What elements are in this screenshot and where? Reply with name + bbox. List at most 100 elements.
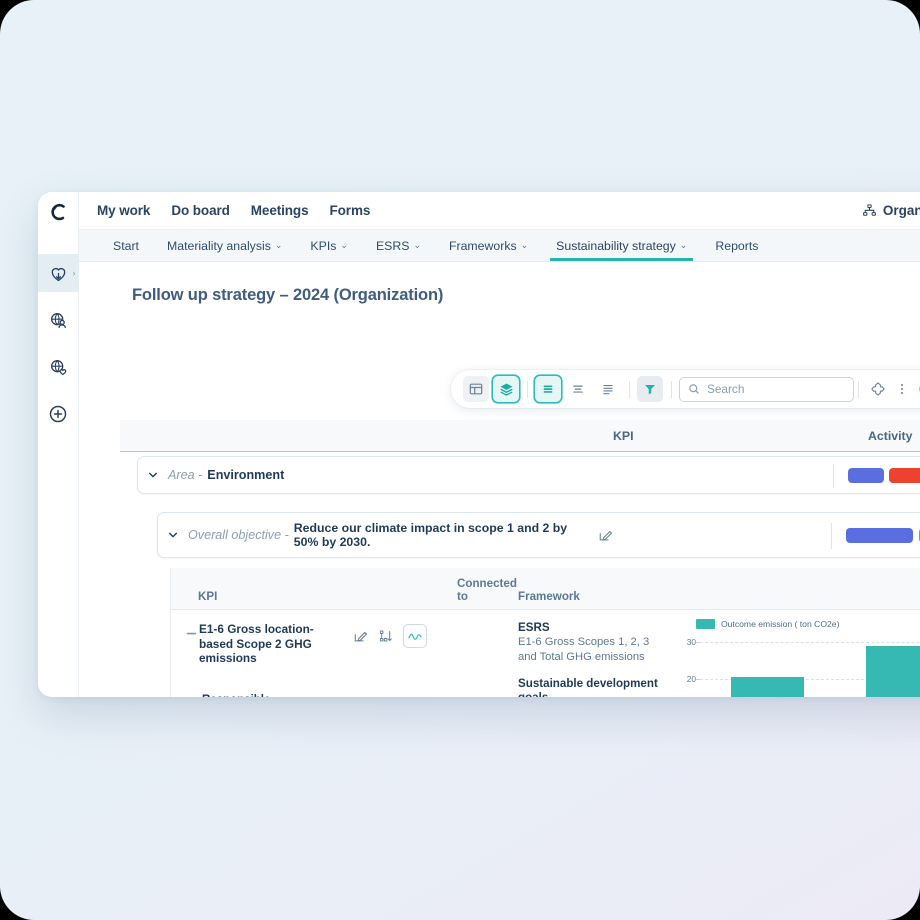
top-nav-right: Organization ⌄ 20: [862, 201, 920, 221]
nav-forms[interactable]: Forms: [330, 203, 371, 218]
table-view-button[interactable]: [463, 376, 489, 402]
framework-title: Sustainable development goals: [518, 677, 658, 697]
org-hierarchy-icon: [862, 204, 876, 216]
collapse-dash-icon[interactable]: [185, 627, 199, 640]
sidebar-item-add[interactable]: [38, 395, 79, 433]
heart-arrow-icon: [51, 267, 65, 281]
tab-materiality-analysis[interactable]: Materiality analysis ⌄: [153, 230, 296, 261]
view-toolbar: Search: [451, 370, 920, 408]
chart-bars: [700, 635, 920, 697]
tab-label: Materiality analysis: [166, 238, 271, 253]
tab-reports[interactable]: Reports: [701, 230, 772, 261]
globe-person-icon: [50, 312, 66, 328]
density-compact-button[interactable]: [535, 376, 561, 402]
plus-circle-icon: [49, 405, 67, 423]
toolbar-divider-4: [858, 380, 859, 398]
kpi-title: E1-6 Gross location-based Scope 2 GHG em…: [199, 622, 314, 665]
chart-bar[interactable]: [731, 676, 804, 697]
organization-selector[interactable]: Organization ⌄: [862, 203, 920, 218]
sidebar-item-environment[interactable]: [38, 348, 79, 386]
sidebar-item-strategy[interactable]: ›: [38, 254, 79, 292]
rows-medium-icon: [573, 385, 583, 393]
objective-row[interactable]: Overall objective - Reduce our climate i…: [157, 512, 920, 558]
page-body: Follow up strategy – 2024 (Organization): [79, 262, 920, 697]
chevron-right-icon: ›: [72, 268, 76, 278]
table-icon: [469, 383, 483, 395]
top-nav-links: My work Do board Meetings Forms: [97, 203, 370, 218]
column-header-activity: Activity: [868, 428, 913, 443]
toolbar-divider: [527, 380, 528, 398]
minus-icon: [186, 632, 197, 635]
tab-kpis[interactable]: KPIs ⌄: [296, 230, 362, 261]
search-icon: [689, 384, 699, 394]
column-header-bar: KPI Activity: [120, 420, 920, 452]
activity-pill-red[interactable]: [889, 467, 920, 483]
chart-bar[interactable]: [866, 646, 920, 697]
chart-bar-column: [700, 635, 835, 697]
edit-kpi-button[interactable]: [353, 629, 368, 644]
nav-meetings[interactable]: Meetings: [251, 203, 309, 218]
help-button[interactable]: [914, 377, 920, 401]
column-header-kpi: KPI: [613, 428, 634, 443]
area-row[interactable]: Area - Environment ↘: [137, 456, 920, 494]
sort-data-button[interactable]: [378, 629, 393, 644]
framework-cell: ESRS E1-6 Gross Scopes 1, 2, 3 and Total…: [518, 621, 668, 697]
tab-frameworks[interactable]: Frameworks ⌄: [435, 230, 542, 261]
chevron-down-icon: [149, 472, 157, 478]
screenshot-root: › My work Do board Meetings Forms Organ …: [0, 0, 920, 920]
edit-icon: [354, 631, 368, 641]
density-large-button[interactable]: [595, 376, 621, 402]
kpi-action-icons: [353, 624, 427, 648]
app-logo[interactable]: [38, 192, 78, 234]
three-dots-vertical-icon: [900, 383, 904, 395]
sidebar-item-social[interactable]: [38, 301, 79, 339]
chevron-down-icon: ⌄: [340, 240, 348, 250]
legend-swatch: [696, 619, 715, 629]
sub-navigation: Start Materiality analysis ⌄ KPIs ⌄ ESRS…: [79, 230, 920, 262]
framework-col-header: Framework: [518, 590, 580, 603]
rows-large-icon: [603, 384, 613, 395]
objective-row-expand-toggle[interactable]: [158, 529, 188, 541]
activity-pill-blue[interactable]: [848, 467, 884, 483]
sort-descending-icon: [379, 629, 392, 641]
area-row-value: Environment: [207, 468, 285, 482]
search-input[interactable]: Search: [679, 376, 854, 402]
chart-view-button[interactable]: [403, 624, 427, 648]
chart-plot-area: 0102030 20232024: [678, 635, 920, 697]
chevron-down-icon: ⌄: [274, 240, 283, 250]
nav-do-board[interactable]: Do board: [171, 203, 230, 218]
activity-pill-blue[interactable]: [846, 527, 913, 543]
main-area: My work Do board Meetings Forms Organiza…: [79, 192, 920, 697]
funnel-icon: [645, 384, 655, 395]
chevron-down-icon: ⌄: [520, 240, 529, 250]
layers-view-button[interactable]: [493, 376, 519, 402]
kpi-table-header: KPI Connected to Framework Comm: [171, 568, 920, 610]
responsible-label: Responsible: [202, 694, 450, 698]
objective-row-divider: [831, 523, 832, 549]
more-options-button[interactable]: [890, 377, 914, 401]
chart-y-tick: 20: [686, 674, 696, 685]
area-row-expand-toggle[interactable]: [138, 469, 168, 481]
tab-label: KPIs: [310, 238, 337, 253]
chart-y-tick: 30: [686, 637, 696, 648]
page-title: Follow up strategy – 2024 (Organization): [132, 286, 444, 304]
search-placeholder: Search: [707, 382, 745, 396]
rows-dense-icon: [543, 385, 553, 393]
nav-my-work[interactable]: My work: [97, 203, 150, 218]
tab-esrs[interactable]: ESRS ⌄: [362, 230, 435, 261]
area-activity-pills: ↘: [848, 467, 920, 483]
edit-objective-button[interactable]: [598, 528, 613, 543]
tab-start[interactable]: Start: [99, 230, 153, 261]
filter-button[interactable]: [637, 376, 663, 402]
tab-sustainability-strategy[interactable]: Sustainability strategy ⌄: [542, 230, 701, 261]
chart-bar-column: [835, 635, 920, 697]
edit-icon: [599, 530, 612, 540]
density-medium-button[interactable]: [565, 376, 591, 402]
chart-grid: [696, 635, 920, 697]
area-row-label: Area -: [168, 468, 203, 482]
objective-activity-pills: ↘: [846, 527, 920, 543]
kpi-chart: Outcome emission ( ton CO2e) 0102030 202…: [678, 616, 920, 697]
globe-heart-icon: [50, 359, 66, 375]
extensions-button[interactable]: [866, 377, 890, 401]
connected-to-col-header: Connected to: [457, 577, 517, 603]
